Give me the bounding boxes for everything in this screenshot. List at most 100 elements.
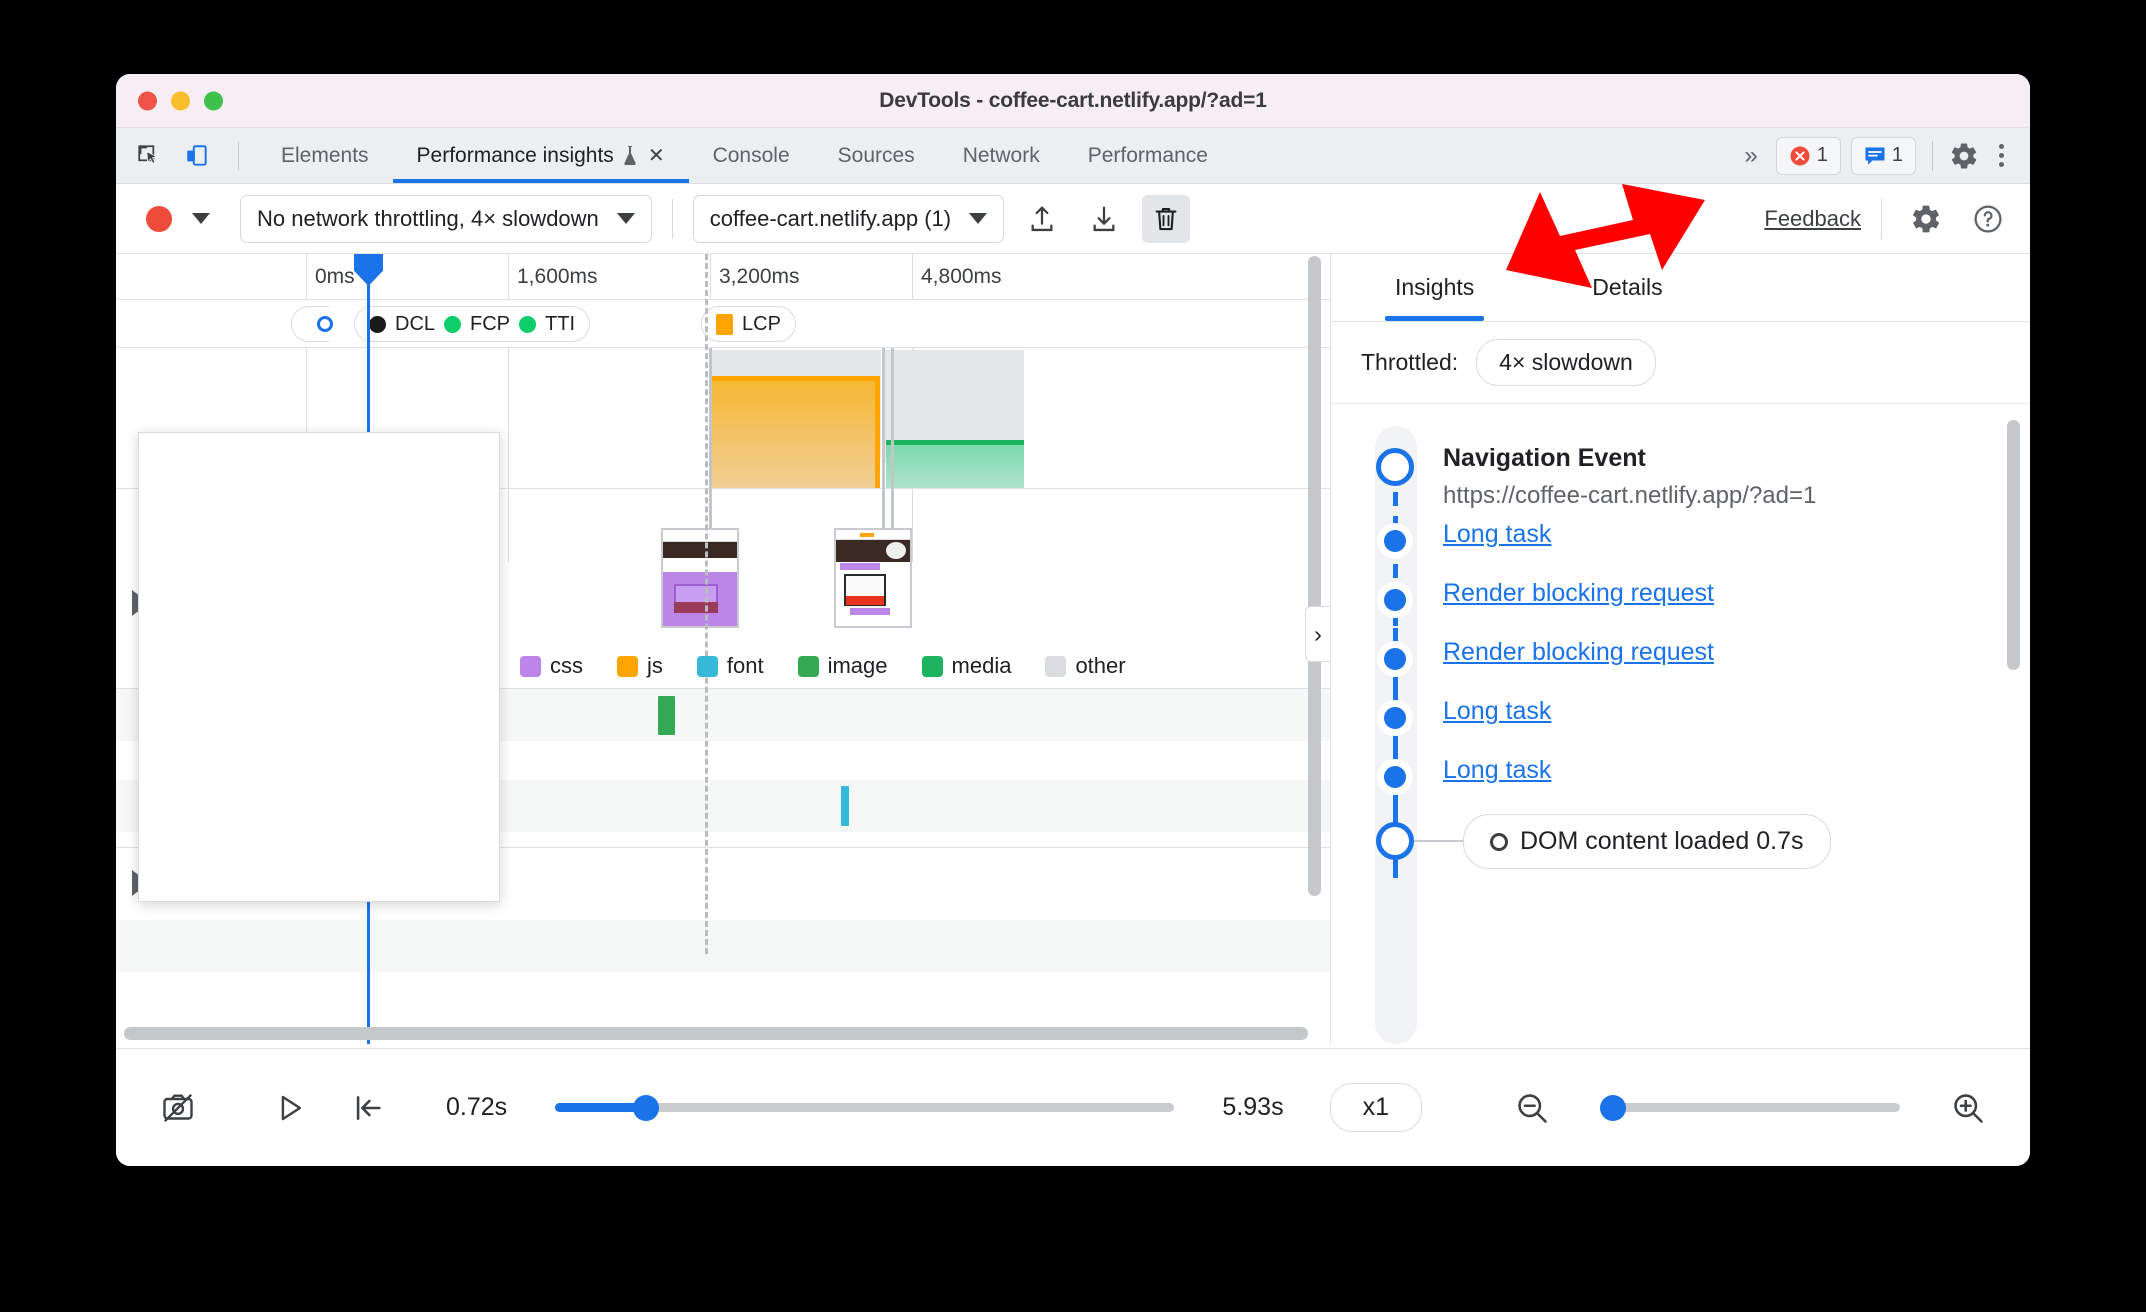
feedback-link[interactable]: Feedback [1764,206,1861,232]
dom-content-loaded-pill[interactable]: DOM content loaded 0.7s [1463,814,1831,869]
marker-pill-dcl-fcp-tti[interactable]: DCL FCP TTI [354,306,591,342]
dom-content-loaded-marker[interactable] [1376,822,1414,860]
legend-swatch-media [921,655,943,677]
throttling-value: No network throttling, 4× slowdown [257,205,599,231]
inspect-cursor-icon[interactable] [132,139,166,173]
delete-recording-button[interactable] [1142,194,1191,243]
insight-node [1384,707,1406,729]
maximize-window-button[interactable] [204,91,223,110]
record-button[interactable] [146,205,172,232]
insight-link-long-task-1[interactable]: Long task [1443,520,1551,549]
legend-label-image: image [827,653,888,678]
zoom-slider-knob[interactable] [1600,1094,1626,1121]
play-button[interactable] [264,1082,316,1134]
timeline-pane[interactable]: 0ms 1,600ms 3,200ms 4,800ms DCL FCP TTI … [116,254,1331,1044]
time-end-label: 5.93s [1222,1093,1284,1121]
playback-toolbar: 0.72s 5.93s x1 [116,1048,2030,1166]
toolbar-help-button[interactable] [1964,195,2012,243]
collapse-sidebar-handle[interactable]: › [1305,606,1330,662]
tabbar-right-icons: » 1 1 [1736,128,2030,183]
toolbar-divider-2 [1881,198,1882,239]
insights-list[interactable]: Navigation Event https://coffee-cart.net… [1331,404,2030,1044]
navigation-event-title: Navigation Event [1443,444,1646,472]
tabbar-divider [238,141,239,170]
tab-elements[interactable]: Elements [257,128,393,183]
tab-network[interactable]: Network [939,128,1064,183]
tab-sources[interactable]: Sources [814,128,939,183]
timeline-tracks[interactable]: css js font image media other › [116,254,1330,1044]
tab-insights-label: Insights [1395,274,1475,300]
recording-select[interactable]: coffee-cart.netlify.app (1) [692,194,1005,243]
insight-link-render-blocking-2[interactable]: Render blocking request [1443,638,1714,667]
warning-count-badge[interactable]: 1 [1850,136,1916,175]
toolbar-settings-button[interactable] [1902,195,1950,243]
marker-tti-label: TTI [545,312,576,335]
more-options-kebab-icon[interactable] [1989,144,2014,167]
legend-swatch-font [696,655,718,677]
timeline-markers-row[interactable]: DCL FCP TTI LCP [116,300,1330,348]
tab-console[interactable]: Console [689,128,814,183]
tab-performance[interactable]: Performance [1064,128,1232,183]
legend-label-media: media [951,653,1012,678]
jump-to-start-button[interactable] [342,1082,394,1134]
more-tabs-icon[interactable]: » [1736,142,1765,170]
tab-details[interactable]: Details [1572,254,1682,321]
minimize-window-button[interactable] [171,91,190,110]
flame-block-js-lcp[interactable] [712,376,880,488]
upload-recording-button[interactable] [1018,195,1066,243]
network-request-image[interactable] [658,696,675,735]
filmstrip-thumbnail[interactable] [661,528,739,628]
slider-fill [555,1103,642,1112]
close-tab-icon[interactable]: ✕ [648,146,665,166]
settings-gear-icon[interactable] [1949,141,1979,171]
window-title: DevTools - coffee-cart.netlify.app/?ad=1 [879,88,1267,112]
network-request-font[interactable] [841,786,849,826]
zoom-slider[interactable] [1600,1094,1900,1121]
download-recording-button[interactable] [1080,195,1128,243]
insights-sidebar: Insights Details Throttled: 4× slowdown … [1331,254,2030,1044]
filmstrip-thumbnail[interactable] [834,528,912,628]
ruler-tick-1: 1,600ms [508,254,598,299]
window-titlebar: DevTools - coffee-cart.netlify.app/?ad=1 [116,74,2030,128]
marker-lcp-label: LCP [742,312,781,335]
slider-knob[interactable] [633,1094,660,1121]
insight-link-long-task-3[interactable]: Long task [1443,756,1551,785]
marker-pill-lcp[interactable]: LCP [701,306,796,342]
screenshot-off-icon[interactable] [152,1082,204,1134]
timeline-ruler[interactable]: 0ms 1,600ms 3,200ms 4,800ms [116,254,1330,300]
record-options-caret-icon[interactable] [192,213,210,224]
close-window-button[interactable] [138,91,157,110]
sidebar-tabs: Insights Details [1331,254,2030,322]
flame-block-media[interactable] [886,440,1024,488]
legend-label-other: other [1075,653,1126,678]
sidebar-vertical-scrollbar[interactable] [2007,420,2020,670]
timeline-vertical-scrollbar[interactable] [1308,256,1321,896]
tab-performance-insights[interactable]: Performance insights ✕ [392,128,689,183]
window-traffic-lights[interactable] [138,91,223,110]
nav-marker-icon [317,316,333,332]
throttling-select[interactable]: No network throttling, 4× slowdown [240,194,652,243]
insight-link-long-task-2[interactable]: Long task [1443,697,1551,726]
dcl-ring-icon [1490,832,1508,851]
dom-content-loaded-label: DOM content loaded 0.7s [1520,827,1804,855]
screenshot-stage: DevTools - coffee-cart.netlify.app/?ad=1 [0,0,2146,1312]
playback-speed-button[interactable]: x1 [1329,1083,1422,1132]
zoom-out-icon[interactable] [1506,1082,1558,1134]
dcl-marker-icon [369,315,386,333]
device-toolbar-icon[interactable] [180,139,214,173]
tab-insights[interactable]: Insights [1375,254,1494,321]
navigation-event-marker[interactable] [1376,448,1414,486]
grid-line [508,348,509,562]
legend-item-other: other [1045,653,1126,679]
error-count-badge[interactable]: 1 [1775,136,1841,175]
legend-label-font: font [726,653,764,678]
zoom-in-icon[interactable] [1942,1082,1994,1134]
main-thread-row[interactable] [116,920,1330,972]
marker-pill-partial[interactable] [291,306,333,342]
insight-link-render-blocking-1[interactable]: Render blocking request [1443,579,1714,608]
throttle-summary: Throttled: 4× slowdown [1331,322,2030,404]
error-count-label: 1 [1816,144,1828,166]
time-range-slider[interactable] [555,1094,1175,1121]
timeline-horizontal-scrollbar[interactable] [124,1027,1308,1040]
legend-swatch-other [1045,655,1067,677]
